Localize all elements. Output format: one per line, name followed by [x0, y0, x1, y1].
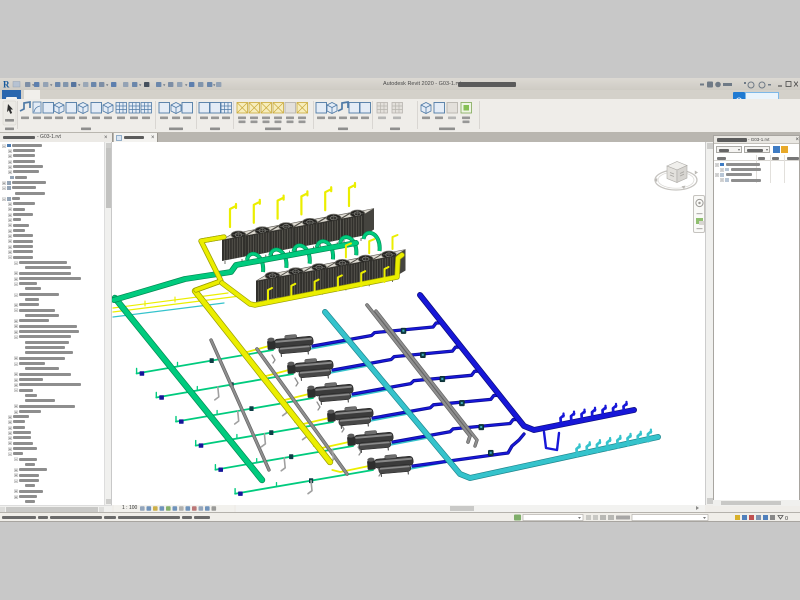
svg-text:R: R: [3, 80, 10, 90]
